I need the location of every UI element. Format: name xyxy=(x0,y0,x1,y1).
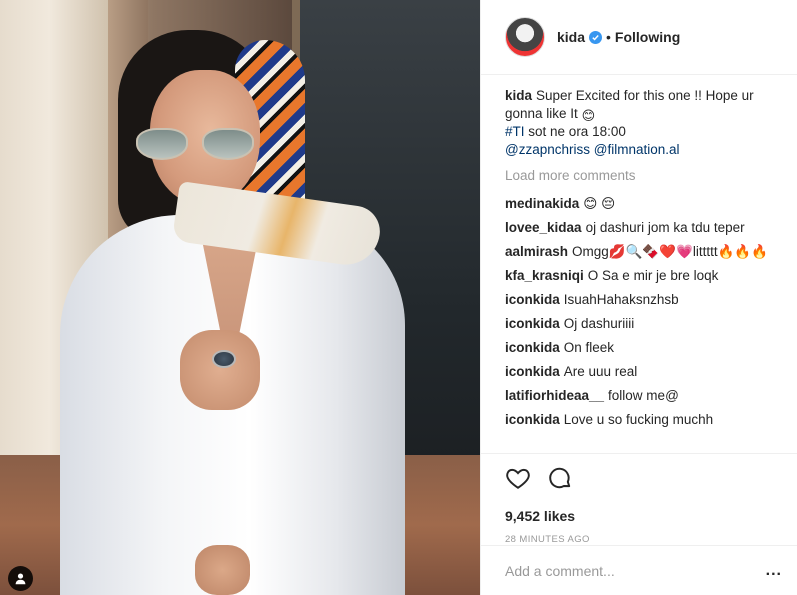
caption-hashtag-text: sot ne ora 18:00 xyxy=(528,124,626,139)
comment-row: iconkida Love u so fucking muchh xyxy=(505,411,777,429)
comment-username[interactable]: iconkida xyxy=(505,340,560,355)
caption-mention-2[interactable]: @filmnation.al xyxy=(594,142,680,157)
more-options-button[interactable]: ... xyxy=(766,562,782,580)
post-timestamp[interactable]: 28 MINUTES AGO xyxy=(505,534,778,545)
caption-text: Super Excited for this one !! Hope ur go… xyxy=(505,88,754,121)
comment-text: follow me@ xyxy=(608,388,679,403)
comment-row: iconkida IsuahHahaksnzhsb xyxy=(505,291,777,309)
comment-text: Love u so fucking muchh xyxy=(563,412,714,427)
photo-sunglasses xyxy=(136,122,266,164)
user-tag-icon[interactable] xyxy=(8,566,33,591)
instagram-post: kida • Following kida Super Excited for t… xyxy=(0,0,797,595)
comment-row: kfa_krasniqi O Sa e mir je bre loqk xyxy=(505,267,777,285)
header-separator: • xyxy=(606,29,611,45)
heart-icon[interactable] xyxy=(505,465,531,494)
comment-row: iconkida Oj dashuriiii xyxy=(505,315,777,333)
comment-text: Omgg💋🔍🍫❤️💗littttt🔥🔥🔥 xyxy=(572,244,769,259)
likes-count[interactable]: 9,452 likes xyxy=(505,508,778,524)
comment-text: O Sa e mir je bre loqk xyxy=(587,268,719,283)
photo-lens-right xyxy=(202,128,254,160)
comment-text: IsuahHahaksnzhsb xyxy=(563,292,679,307)
caption-hashtag[interactable]: #TI xyxy=(505,124,525,139)
action-icons xyxy=(505,464,778,494)
post-header: kida • Following xyxy=(481,0,797,75)
comment-row: aalmirash Omgg💋🔍🍫❤️💗littttt🔥🔥🔥 xyxy=(505,243,777,261)
post-actions: 9,452 likes 28 MINUTES AGO xyxy=(481,453,797,545)
following-button[interactable]: Following xyxy=(615,29,680,45)
comment-username[interactable]: iconkida xyxy=(505,364,560,379)
comment-input[interactable] xyxy=(505,562,766,579)
comment-username[interactable]: latifiorhideaa__ xyxy=(505,388,604,403)
caption-username[interactable]: kida xyxy=(505,88,532,103)
photo-hand-lower xyxy=(195,545,250,595)
post-photo[interactable] xyxy=(0,0,480,595)
comment-text: oj dashuri jom ka tdu teper xyxy=(585,220,745,235)
comment-row: latifiorhideaa__ follow me@ xyxy=(505,387,777,405)
avatar[interactable] xyxy=(505,17,545,57)
post-sidebar: kida • Following kida Super Excited for t… xyxy=(480,0,797,595)
comment-text: On fleek xyxy=(563,340,615,355)
comment-text: Are uuu real xyxy=(563,364,638,379)
comment-row: medinakida 😊 😔 xyxy=(505,195,777,213)
post-caption: kida Super Excited for this one !! Hope u… xyxy=(505,87,777,159)
comment-text: Oj dashuriiii xyxy=(563,316,635,331)
comment-row: iconkida On fleek xyxy=(505,339,777,357)
comment-icon[interactable] xyxy=(547,465,573,494)
comment-username[interactable]: iconkida xyxy=(505,412,560,427)
caption-mention-1[interactable]: @zzapnchriss xyxy=(505,142,590,157)
comment-username[interactable]: kfa_krasniqi xyxy=(505,268,584,283)
comment-text: 😊 😔 xyxy=(583,196,616,211)
comment-row: lovee_kidaa oj dashuri jom ka tdu teper xyxy=(505,219,777,237)
comment-username[interactable]: iconkida xyxy=(505,316,560,331)
photo-ring xyxy=(212,350,236,368)
load-more-comments-button[interactable]: Load more comments xyxy=(505,167,777,185)
comment-username[interactable]: iconkida xyxy=(505,292,560,307)
comment-username[interactable]: aalmirash xyxy=(505,244,568,259)
comment-username[interactable]: medinakida xyxy=(505,196,579,211)
comments-list: kida Super Excited for this one !! Hope u… xyxy=(481,75,797,453)
comment-username[interactable]: lovee_kidaa xyxy=(505,220,582,235)
photo-lens-left xyxy=(136,128,188,160)
add-comment-bar: ... xyxy=(481,545,797,595)
comment-row: iconkida Are uuu real xyxy=(505,363,777,381)
verified-badge-icon xyxy=(589,30,603,44)
photo-hand xyxy=(180,330,260,410)
caption-emoji: 😊 xyxy=(581,108,596,123)
header-username[interactable]: kida xyxy=(557,29,585,45)
